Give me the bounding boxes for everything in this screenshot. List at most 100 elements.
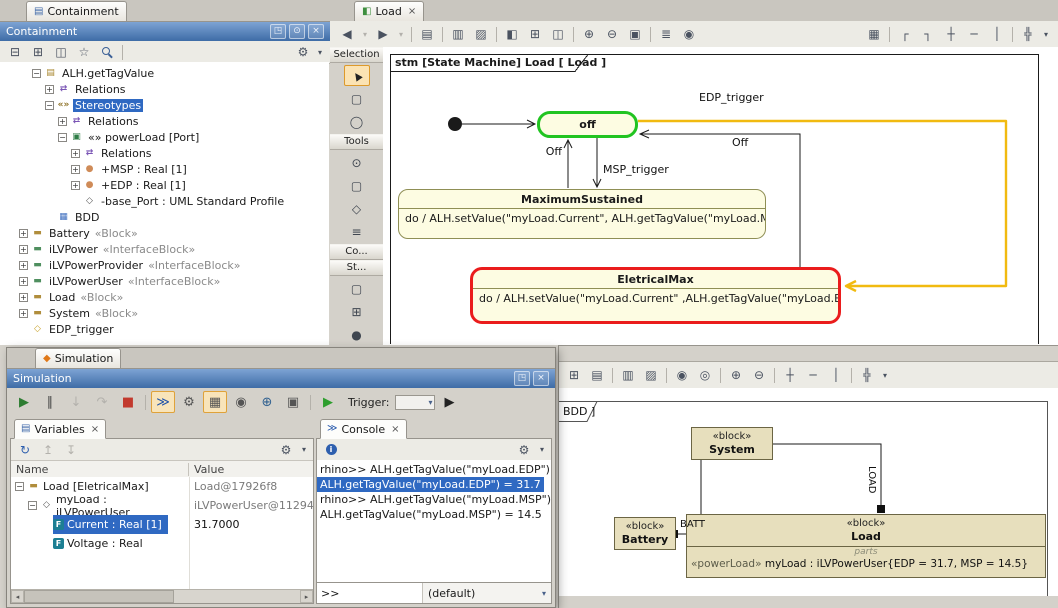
tree-expander[interactable]: +	[71, 165, 80, 174]
bdd-print-preview-icon[interactable]: ▥	[617, 365, 639, 385]
tree-expander[interactable]: +	[71, 181, 80, 190]
close-console-tab-icon[interactable]: ×	[391, 424, 399, 435]
refresh-icon[interactable]: ↻	[14, 440, 36, 460]
panel-options-caret-icon[interactable]: ▾	[314, 42, 326, 62]
bdd-layout-caret-icon[interactable]: ▾	[879, 365, 891, 385]
diagram-info-icon[interactable]: ◫	[547, 24, 569, 44]
import-variables-icon[interactable]: ↧	[60, 440, 82, 460]
sessions-icon[interactable]: ◉	[229, 391, 253, 413]
bdd-same-width-icon[interactable]: ─	[802, 365, 824, 385]
scroll-left-icon[interactable]: ◂	[11, 590, 24, 603]
same-height-icon[interactable]: │	[986, 24, 1008, 44]
tree-item-ilvpoweruser[interactable]: +▬iLVPowerUser«InterfaceBlock»	[0, 273, 329, 289]
palette-section-co[interactable]: Co...	[330, 244, 383, 260]
transition-maximumsustained-to-off[interactable]	[564, 140, 572, 188]
pane-options-icon[interactable]: ⚙	[513, 440, 535, 460]
block-load[interactable]: «block» Load parts «powerLoad» myLoad : …	[686, 514, 1046, 578]
tree-expander[interactable]: −	[28, 501, 37, 510]
transition-label-edp-trigger[interactable]: EDP_trigger	[699, 91, 764, 104]
tree-item-powerload-port[interactable]: −▣«» powerLoad [Port]	[0, 129, 329, 145]
sticky-mode-icon[interactable]: ◯	[344, 111, 370, 132]
nav-back-icon[interactable]: ◀	[336, 24, 358, 44]
anchor-tool-icon[interactable]: ◇	[344, 198, 370, 219]
tree-expander[interactable]: +	[19, 293, 28, 302]
run-icon[interactable]: ▶	[12, 391, 36, 413]
close-window-icon[interactable]: ×	[533, 371, 549, 386]
info-icon[interactable]: i	[320, 440, 342, 460]
transition-initial-to-off[interactable]	[462, 120, 535, 128]
tab-load-diagram[interactable]: ◧ Load ×	[354, 1, 424, 21]
initial-node[interactable]	[448, 117, 462, 131]
tab-console[interactable]: ≫ Console ×	[320, 419, 407, 439]
console-line[interactable]: ALH.getTagValue("myLoad.EDP") = 31.7	[317, 477, 544, 492]
close-variables-tab-icon[interactable]: ×	[91, 424, 99, 435]
initial-node-tool-icon[interactable]: ●	[344, 324, 370, 345]
tree-item-alh-gettagvalue[interactable]: −▤ALH.getTagValue	[0, 65, 329, 81]
palette-section-tools[interactable]: Tools	[330, 134, 383, 150]
tree-item-ilvpower[interactable]: +▬iLVPower«InterfaceBlock»	[0, 241, 329, 257]
tree-item-ilvpowerprovider[interactable]: +▬iLVPowerProvider«InterfaceBlock»	[0, 257, 329, 273]
variable-row-myload-ilvpoweruser[interactable]: −◇myLoad : iLVPowerUseriLVPowerUser@1129…	[11, 496, 313, 515]
pause-icon[interactable]: ∥	[38, 391, 62, 413]
align-top-icon[interactable]: ┐	[917, 24, 939, 44]
marquee-select-icon[interactable]: ▢	[344, 88, 370, 109]
bdd-related-elements-icon[interactable]: ▤	[586, 365, 608, 385]
close-panel-icon[interactable]: ×	[308, 24, 324, 39]
state-tool-icon[interactable]: ▢	[344, 278, 370, 299]
panel-options-icon[interactable]: ⚙	[292, 42, 314, 62]
layout-caret-icon[interactable]: ▾	[1040, 24, 1052, 44]
bdd-show-paths-icon[interactable]: ◉	[671, 365, 693, 385]
layout-diagram-icon[interactable]: ╬	[1017, 24, 1039, 44]
favorites-icon[interactable]: ☆	[73, 42, 95, 62]
variables-pane-icon[interactable]: ▦	[203, 391, 227, 413]
tree-item-base-port-uml-standard-profile[interactable]: ◇-base_Port : UML Standard Profile	[0, 193, 329, 209]
step-into-icon[interactable]: ↓	[64, 391, 88, 413]
part-myload[interactable]: «powerLoad» myLoad : iLVPowerUser{EDP = …	[687, 558, 1045, 570]
pin-panel-icon[interactable]: ⊙	[289, 24, 305, 39]
tree-expander[interactable]: +	[58, 117, 67, 126]
nav-forward-icon[interactable]: ▶	[372, 24, 394, 44]
tree-expander[interactable]: +	[19, 261, 28, 270]
bdd-grid-icon[interactable]: ⊞	[563, 365, 585, 385]
tree-item-relations[interactable]: +⇄Relations	[0, 113, 329, 129]
console-input[interactable]: >>	[317, 583, 423, 603]
web-server-icon[interactable]: ⊕	[255, 391, 279, 413]
float-window-icon[interactable]: ◳	[514, 371, 530, 386]
tree-item-stereotypes[interactable]: −«»Stereotypes	[0, 97, 329, 113]
tree-item-battery[interactable]: +▬Battery«Block»	[0, 225, 329, 241]
variables-hscrollbar[interactable]: ◂ ▸	[11, 589, 313, 603]
state-machine-diagram-canvas[interactable]: stm [State Machine] Load [ Load ] off Ma…	[383, 47, 1058, 345]
expand-all-icon[interactable]: ⊞	[27, 42, 49, 62]
bdd-layout-icon[interactable]: ╬	[856, 365, 878, 385]
state-eletricalmax[interactable]: EletricalMax do / ALH.setValue("myLoad.C…	[470, 267, 841, 324]
tab-containment[interactable]: ▤ Containment	[26, 1, 127, 21]
tree-expander[interactable]: +	[19, 245, 28, 254]
bdd-diagram-canvas[interactable]: BDD ] «block» System «block» Battery «bl…	[559, 388, 1058, 596]
tree-item-msp-real-1[interactable]: +●+MSP : Real [1]	[0, 161, 329, 177]
nav-forward-caret-icon[interactable]: ▾	[395, 24, 407, 44]
pane-options-icon[interactable]: ⚙	[275, 440, 297, 460]
tree-item-load[interactable]: +▬Load«Block»	[0, 289, 329, 305]
fire-trigger-icon[interactable]: ▶	[437, 391, 461, 413]
bdd-zoom-in-icon[interactable]: ⊕	[725, 365, 747, 385]
distribute-icon[interactable]: ┼	[940, 24, 962, 44]
tree-item-relations[interactable]: +⇄Relations	[0, 81, 329, 97]
search-icon[interactable]	[96, 42, 118, 62]
console-line[interactable]: rhino>> ALH.getTagValue("myLoad.EDP")	[317, 462, 551, 477]
tree-expander[interactable]: +	[19, 229, 28, 238]
scroll-right-icon[interactable]: ▸	[300, 590, 313, 603]
connector-system-load[interactable]	[773, 444, 881, 513]
block-system[interactable]: «block» System	[691, 427, 773, 460]
tree-expander[interactable]: −	[45, 101, 54, 110]
composite-state-tool-icon[interactable]: ⊞	[344, 301, 370, 322]
zoom-in-icon[interactable]: ⊕	[578, 24, 600, 44]
tab-simulation[interactable]: ◆ Simulation	[35, 348, 121, 368]
console-line[interactable]: rhino>> ALH.getTagValue("myLoad.MSP")	[317, 492, 551, 507]
column-name[interactable]: Name	[11, 463, 189, 476]
magnet-tool-icon[interactable]: ⊙	[344, 152, 370, 173]
terminate-icon[interactable]: ■	[116, 391, 140, 413]
link-with-active-diagram-icon[interactable]: ◫	[50, 42, 72, 62]
tree-expander[interactable]: −	[32, 69, 41, 78]
transition-label-msp-trigger[interactable]: MSP_trigger	[603, 163, 669, 176]
zoom-out-icon[interactable]: ⊖	[601, 24, 623, 44]
